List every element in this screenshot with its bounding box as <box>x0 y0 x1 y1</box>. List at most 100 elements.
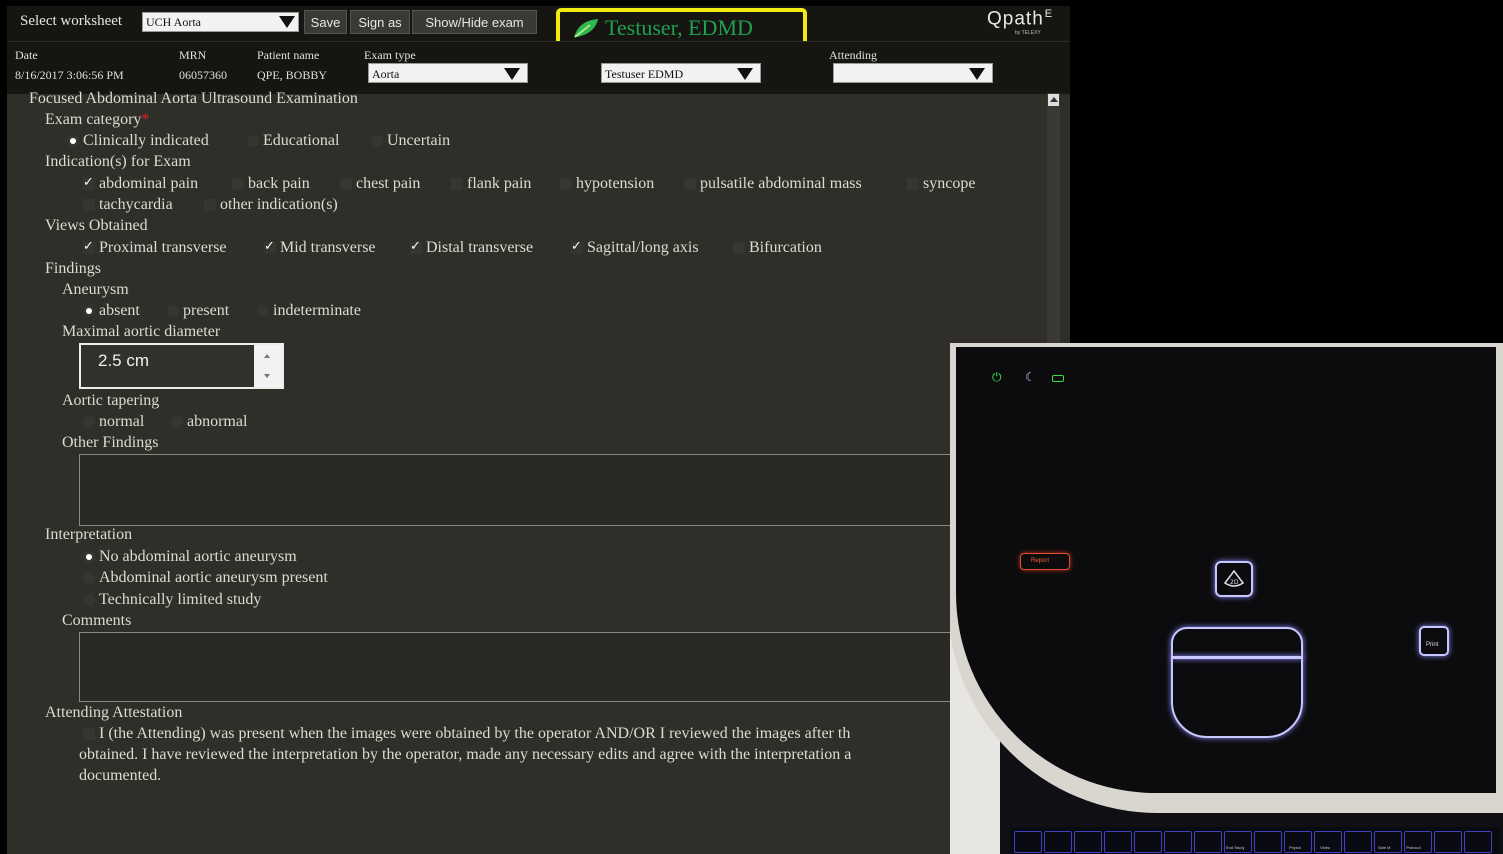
qpath-window: Select worksheet UCH Aorta Save Sign as … <box>7 6 1070 854</box>
checkbox-icon <box>232 178 244 190</box>
checkbox-other-indications[interactable]: other indication(s) <box>204 196 338 214</box>
power-icon: ⏻ <box>992 370 1002 384</box>
attestation-label: Attending Attestation <box>45 704 183 721</box>
checkbox-attestation[interactable]: I (the Attending) was present when the i… <box>83 725 850 743</box>
radio-no-aneurysm[interactable]: No abdominal aortic aneurysm <box>83 548 297 566</box>
attestation-text-line3: documented. <box>79 767 162 784</box>
option-label: Proximal transverse <box>99 239 227 256</box>
radio-technically-limited[interactable]: Technically limited study <box>83 591 261 609</box>
radio-icon <box>257 305 269 317</box>
device-control-panel: ⏻ ☾ Report 2D Print <box>956 347 1496 793</box>
function-key[interactable] <box>1254 831 1282 853</box>
radio-aneurysm-present[interactable]: present <box>167 302 229 320</box>
stepper-down-icon[interactable] <box>264 374 270 378</box>
option-label: tachycardia <box>99 196 173 213</box>
function-key[interactable] <box>1134 831 1162 853</box>
operator-select[interactable]: Testuser EDMD <box>601 63 761 83</box>
option-label: hypotension <box>576 175 655 192</box>
sign-as-button[interactable]: Sign as <box>350 10 410 34</box>
chevron-down-icon <box>504 68 520 80</box>
exam-category-label: Exam category* <box>45 111 149 129</box>
mode-2d-button[interactable]: 2D <box>1215 561 1253 597</box>
radio-aneurysm-indeterminate[interactable]: indeterminate <box>257 302 361 320</box>
function-key[interactable] <box>1434 831 1462 853</box>
interpretation-label: Interpretation <box>45 526 133 543</box>
function-key[interactable] <box>1464 831 1492 853</box>
radio-uncertain[interactable]: Uncertain <box>371 132 450 150</box>
option-label: Uncertain <box>387 132 451 149</box>
select-worksheet-label: Select worksheet <box>20 13 123 29</box>
exam-type-select[interactable]: Aorta <box>368 63 528 83</box>
logo-text: Qpath <box>987 8 1044 30</box>
function-key[interactable] <box>1164 831 1192 853</box>
function-key[interactable] <box>1014 831 1042 853</box>
checkbox-checked-icon <box>410 239 422 254</box>
checkbox-icon <box>83 199 95 211</box>
checkbox-tachycardia[interactable]: tachycardia <box>83 196 173 214</box>
diameter-stepper[interactable] <box>254 345 282 387</box>
save-button[interactable]: Save <box>304 10 347 34</box>
key-label: Physio <box>1289 845 1302 850</box>
attestation-text-line2: obtained. I have reviewed the interpreta… <box>79 746 852 763</box>
keyboard-strip: End Study Physio Video Side M Protocol <box>1010 827 1500 854</box>
other-findings-textarea[interactable] <box>79 454 959 526</box>
function-key[interactable]: Video <box>1314 831 1342 853</box>
radio-clinically-indicated[interactable]: Clinically indicated <box>67 132 209 150</box>
function-key[interactable] <box>1104 831 1132 853</box>
checkbox-distal-transverse[interactable]: Distal transverse <box>410 239 533 257</box>
exam-category-text: Exam category <box>45 111 142 128</box>
radio-tapering-abnormal[interactable]: abnormal <box>171 413 247 431</box>
comments-textarea[interactable] <box>79 632 959 702</box>
option-label: Bifurcation <box>749 239 822 256</box>
findings-label: Findings <box>45 260 102 277</box>
function-key[interactable]: Physio <box>1284 831 1312 853</box>
checkbox-back-pain[interactable]: back pain <box>232 175 310 193</box>
report-button[interactable]: Report <box>1020 553 1070 570</box>
touchpad[interactable] <box>1171 656 1303 738</box>
checkbox-proximal-transverse[interactable]: Proximal transverse <box>83 239 227 257</box>
aneurysm-label: Aneurysm <box>62 281 129 298</box>
checkbox-chest-pain[interactable]: chest pain <box>340 175 420 193</box>
diameter-input[interactable]: 2.5 cm <box>79 343 284 389</box>
option-label: abnormal <box>187 413 248 430</box>
option-label: Mid transverse <box>280 239 376 256</box>
function-key[interactable]: End Study <box>1224 831 1252 853</box>
checkbox-abdominal-pain[interactable]: abdominal pain <box>83 175 198 193</box>
logo-subtext: by TELEXY <box>1015 30 1041 36</box>
function-key[interactable]: Protocol <box>1404 831 1432 853</box>
exam-type-label: Exam type <box>364 48 416 62</box>
radio-aneurysm-absent[interactable]: absent <box>83 302 140 320</box>
function-key[interactable] <box>1074 831 1102 853</box>
checkbox-hypotension[interactable]: hypotension <box>560 175 654 193</box>
radio-tapering-normal[interactable]: normal <box>83 413 144 431</box>
radio-icon <box>371 135 383 147</box>
function-key[interactable] <box>1044 831 1072 853</box>
function-key[interactable]: Side M <box>1374 831 1402 853</box>
radio-educational[interactable]: Educational <box>247 132 339 150</box>
checkbox-syncope[interactable]: syncope <box>907 175 975 193</box>
checkbox-flank-pain[interactable]: flank pain <box>451 175 531 193</box>
trackball-top-buttons[interactable] <box>1171 627 1303 659</box>
worksheet-select[interactable]: UCH Aorta <box>142 12 299 32</box>
qpath-logo: QpathE <box>987 8 1053 30</box>
function-key[interactable] <box>1344 831 1372 853</box>
attending-select[interactable] <box>833 63 993 83</box>
checkbox-pulsatile-abdominal-mass[interactable]: pulsatile abdominal mass <box>684 175 862 193</box>
current-user-name: Testuser, EDMD <box>605 15 753 40</box>
checkbox-sagittal-long-axis[interactable]: Sagittal/long axis <box>571 239 699 257</box>
leaf-icon <box>574 19 598 38</box>
checkbox-bifurcation[interactable]: Bifurcation <box>733 239 822 257</box>
show-hide-exam-button[interactable]: Show/Hide exam <box>412 10 537 34</box>
print-button[interactable]: Print <box>1419 626 1449 656</box>
function-key[interactable] <box>1194 831 1222 853</box>
chevron-down-icon <box>969 68 985 80</box>
diameter-label: Maximal aortic diameter <box>62 323 221 340</box>
checkbox-mid-transverse[interactable]: Mid transverse <box>264 239 376 257</box>
radio-icon <box>83 572 95 584</box>
radio-aneurysm-present-interp[interactable]: Abdominal aortic aneurysm present <box>83 569 328 587</box>
key-label: End Study <box>1226 845 1245 850</box>
scroll-up-arrow[interactable] <box>1048 94 1059 106</box>
checkbox-icon <box>560 178 572 190</box>
stepper-up-icon[interactable] <box>264 354 270 358</box>
checkbox-checked-icon <box>571 239 583 254</box>
